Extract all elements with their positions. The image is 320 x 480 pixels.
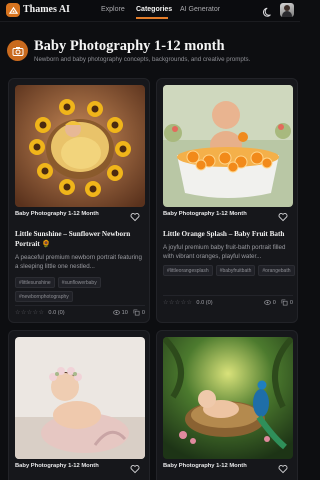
prompt-card[interactable]: Baby Photography 1-12 Month <box>8 330 150 480</box>
tag-chip[interactable]: #sunflowerbaby <box>57 277 101 288</box>
category-camera-icon <box>7 40 28 61</box>
rating-stars-icon[interactable]: ☆☆☆☆☆ <box>15 309 44 316</box>
tag-chip[interactable]: #littleorangesplash <box>163 265 213 276</box>
copy-icon[interactable] <box>133 309 140 316</box>
card-category: Baby Photography 1-12 Month <box>15 211 99 217</box>
prompt-card[interactable]: Baby Photography 1-12 Month Little Orang… <box>156 78 298 323</box>
nav-categories[interactable]: Categories <box>136 6 172 13</box>
nav-ai-generator[interactable]: AI Generator <box>180 6 220 13</box>
views-eye-icon <box>112 310 120 315</box>
rating-value: 0.0 (0) <box>48 309 65 316</box>
card-stats: 0 0 <box>263 299 293 306</box>
favorite-heart-icon[interactable] <box>278 209 288 222</box>
views-count: 10 <box>121 309 128 316</box>
views-count: 0 <box>272 299 276 306</box>
copies-count: 0 <box>289 299 293 306</box>
card-description: A peaceful premium newborn portrait feat… <box>15 254 142 270</box>
favorite-heart-icon[interactable] <box>130 209 140 222</box>
tag-chip[interactable]: #orangebath <box>258 265 295 276</box>
card-description: A joyful premium baby fruit-bath portrai… <box>163 244 286 260</box>
copy-icon[interactable] <box>281 299 288 306</box>
card-image-floral-crown-newborn[interactable] <box>15 337 145 459</box>
user-avatar[interactable] <box>280 3 294 17</box>
prompt-card[interactable]: Baby Photography 1-12 Month Little Sunsh… <box>8 78 150 323</box>
rating-value: 0.0 (0) <box>196 299 213 306</box>
card-tags: #littlesunshine #sunflowerbaby #newbornp… <box>15 277 147 302</box>
card-stats: 10 0 <box>112 309 145 316</box>
page-description: Newborn and baby photography concepts, b… <box>34 56 251 63</box>
favorite-heart-icon[interactable] <box>130 461 140 474</box>
active-nav-indicator <box>136 17 168 19</box>
app-name[interactable]: Thames AI <box>23 4 70 15</box>
tag-chip[interactable]: #littlesunshine <box>15 277 55 288</box>
card-footer: ☆☆☆☆☆ 0.0 (0) 0 0 <box>163 295 293 306</box>
tag-chip[interactable]: #newbornphotography <box>15 291 73 302</box>
nav-explore[interactable]: Explore <box>101 6 125 13</box>
card-title[interactable]: Little Sunshine – Sunflower Newborn Port… <box>15 229 147 249</box>
copies-count: 0 <box>141 309 145 316</box>
theme-toggle-moon-icon[interactable] <box>262 5 274 17</box>
card-image-orange-bath[interactable] <box>163 85 293 207</box>
views-eye-icon <box>263 300 271 305</box>
top-navigation-bar: Thames AI Explore Categories AI Generato… <box>0 0 300 22</box>
favorite-heart-icon[interactable] <box>278 461 288 474</box>
rating-stars-icon[interactable]: ☆☆☆☆☆ <box>163 299 192 306</box>
card-title[interactable]: Little Orange Splash – Baby Fruit Bath <box>163 229 295 239</box>
card-image-forest-nest-peacock[interactable] <box>163 337 293 459</box>
page-title: Baby Photography 1-12 month <box>34 38 225 54</box>
card-category: Baby Photography 1-12 Month <box>163 211 247 217</box>
tag-chip[interactable]: #babyfruitbath <box>215 265 256 276</box>
prompt-card[interactable]: Baby Photography 1-12 Month <box>156 330 298 480</box>
app-logo-icon[interactable] <box>6 3 20 17</box>
card-image-sunflower-newborn[interactable] <box>15 85 145 207</box>
card-footer: ☆☆☆☆☆ 0.0 (0) 10 0 <box>15 305 145 316</box>
card-category: Baby Photography 1-12 Month <box>15 463 99 469</box>
card-tags: #littleorangesplash #babyfruitbath #oran… <box>163 265 295 276</box>
card-category: Baby Photography 1-12 Month <box>163 463 247 469</box>
